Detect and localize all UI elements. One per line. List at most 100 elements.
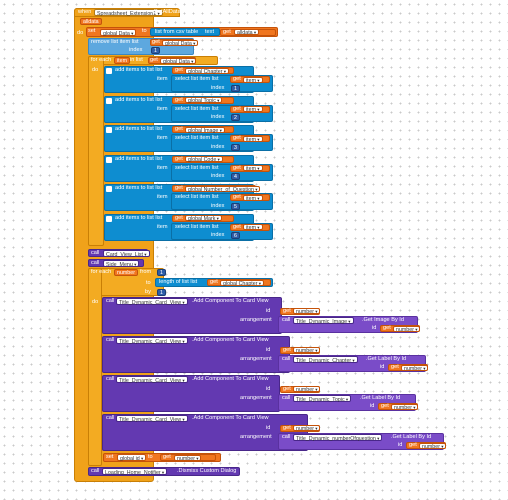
remove-index-value[interactable]: 1	[151, 47, 160, 54]
set-id-var[interactable]: global id	[117, 454, 147, 462]
inner-id-label: id	[398, 442, 403, 448]
add-list-var[interactable]: global Image	[185, 126, 225, 134]
select-item-var[interactable]: item	[243, 135, 263, 143]
add-comp-id-var[interactable]: number	[293, 308, 321, 315]
add-comp-call-label: call	[106, 376, 115, 382]
select-label: select list item list	[175, 194, 219, 200]
select-index-value[interactable]: 4	[231, 173, 240, 180]
length-list-var[interactable]: global Chapter	[220, 279, 264, 287]
remove-var[interactable]: global Data	[162, 39, 199, 47]
add-items-label: add items to list list	[115, 214, 163, 221]
gear-icon[interactable]	[106, 215, 112, 222]
dismiss-comp[interactable]: Loading_Home_Notifier	[102, 468, 168, 476]
add-comp-get-label: get	[283, 346, 291, 353]
foreach2-var[interactable]: number	[114, 269, 138, 276]
add-items-label: add items to list list	[115, 185, 163, 191]
add-comp-id-label: id	[266, 425, 271, 431]
inner-id-var[interactable]: number	[391, 403, 419, 411]
select-item-var[interactable]: item	[243, 106, 263, 113]
inner-component[interactable]: Title_Dynamic_Topic	[293, 395, 352, 403]
gear-icon[interactable]	[106, 186, 112, 192]
add-list-var[interactable]: global Number_of_Question	[185, 185, 261, 193]
add-comp-id-var[interactable]: number	[293, 425, 321, 432]
add-comp-arr-label: arrangement	[240, 356, 272, 362]
select-item-var[interactable]: item	[243, 76, 263, 84]
inner-id-var[interactable]: number	[419, 442, 447, 450]
inner-call-label: call	[282, 434, 291, 440]
add-comp-method: .Add Component To Card View	[192, 298, 269, 304]
foreach2-from-label: from	[140, 269, 152, 275]
sidemenu-comp[interactable]: Side_Menu	[103, 259, 140, 268]
alldata-var[interactable]: alldata	[234, 29, 260, 36]
foreach-var[interactable]: global Data	[160, 57, 197, 65]
select-index-value[interactable]: 3	[231, 143, 240, 151]
inner-component[interactable]: Title_Dynamic_Image	[293, 317, 354, 325]
select-index-value[interactable]: 1	[231, 84, 240, 92]
foreach2-by-value[interactable]: 1	[157, 289, 166, 296]
add-list-var[interactable]: global Topic	[185, 97, 223, 104]
add-comp-component[interactable]: Title_Dynamic_Card_View	[116, 337, 188, 345]
gear-icon[interactable]	[106, 97, 112, 104]
select-index-label: index	[211, 202, 225, 209]
foreach2-from-value[interactable]: 1	[157, 269, 166, 276]
inner-component[interactable]: Title_Dynamic_Chapter	[293, 356, 358, 364]
event-do-label: do	[77, 30, 84, 36]
select-index-label: index	[211, 232, 225, 238]
select-index-value[interactable]: 5	[231, 202, 240, 210]
add-list-var[interactable]: global Mark	[185, 215, 222, 222]
inner-id-var[interactable]: number	[401, 364, 429, 372]
add-get-label: get	[175, 214, 183, 221]
add-comp-get-label: get	[283, 307, 291, 314]
select-index-value[interactable]: 6	[231, 232, 240, 239]
select-item-var[interactable]: item	[243, 194, 263, 202]
gear-icon[interactable]	[106, 156, 112, 163]
select-get-label: get	[233, 135, 241, 141]
foreach-item-body[interactable]	[88, 56, 104, 246]
add-comp-call-label: call	[106, 337, 115, 343]
add-list-var[interactable]: global Code	[185, 156, 223, 163]
select-index-value[interactable]: 2	[231, 114, 240, 121]
add-comp-component[interactable]: Title_Dynamic_Card_View	[116, 376, 188, 384]
get-label: get	[223, 28, 231, 35]
select-get-label: get	[233, 76, 241, 82]
inner-get-label: get	[383, 325, 391, 331]
select-item-var[interactable]: item	[243, 224, 263, 231]
select-index-label: index	[211, 114, 225, 120]
csv-text-label: text	[205, 28, 215, 35]
inner-get-label: get	[391, 364, 399, 370]
add-list-var[interactable]: global Chapter	[185, 67, 229, 75]
cardview-comp[interactable]: Card_View_List	[103, 249, 150, 258]
set-id-arg[interactable]: number	[174, 454, 202, 462]
foreach-get-label: get	[150, 57, 158, 63]
add-items-label: add items to list list	[115, 96, 163, 103]
dismiss-method: .Dismiss Custom Dialog	[177, 468, 237, 474]
add-comp-get-label: get	[283, 424, 291, 431]
add-comp-method: .Add Component To Card View	[192, 376, 269, 382]
event-param[interactable]: alldata	[80, 18, 102, 25]
add-item-label: item	[157, 135, 168, 141]
select-get-label: get	[233, 164, 241, 171]
inner-call-label: call	[282, 317, 291, 323]
gear-icon[interactable]	[106, 127, 112, 133]
set-id-label: set	[106, 453, 114, 460]
select-get-label: get	[233, 105, 241, 112]
select-item-var[interactable]: item	[243, 165, 263, 172]
add-comp-id-var[interactable]: number	[293, 386, 321, 393]
inner-get-label: get	[381, 403, 389, 409]
add-comp-component[interactable]: Title_Dynamic_Card_View	[116, 298, 188, 306]
add-comp-id-var[interactable]: number	[293, 347, 321, 354]
foreach-item-var[interactable]: item	[114, 57, 131, 64]
inner-id-label: id	[370, 403, 375, 409]
call-dismiss-label: call	[91, 468, 100, 474]
blocks-workspace[interactable]: when Spreadsheet_Extension1 .GotAllData …	[0, 0, 508, 500]
event-name-label: .GotAllData	[152, 8, 181, 15]
add-item-label: item	[157, 105, 168, 112]
add-item-label: item	[157, 223, 168, 230]
inner-component[interactable]: Title_Dynamic_numberOfquestion	[293, 434, 383, 442]
foreach2-to-label: to	[146, 280, 151, 286]
foreach-number-body[interactable]	[88, 268, 102, 466]
gear-icon[interactable]	[106, 68, 112, 74]
add-comp-component[interactable]: Title_Dynamic_Card_View	[116, 415, 188, 423]
inner-id-var[interactable]: number	[393, 325, 421, 333]
set-var-selector[interactable]: global Data	[100, 28, 137, 37]
